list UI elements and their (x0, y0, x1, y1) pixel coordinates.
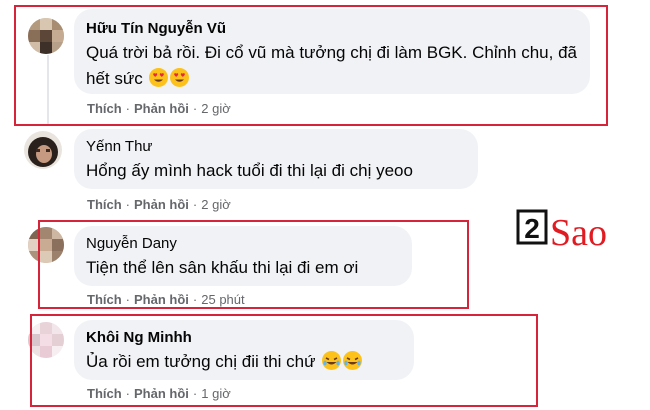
comment-thread-page: { "comments": [ { "author": "Hữu Tín Ngu… (0, 0, 650, 410)
comment-bubble: Yếnn Thư Hổng ấy mình hack tuổi đi thi l… (74, 129, 478, 189)
separator: · (192, 197, 198, 212)
comment-actions: Thích · Phản hồi · 2 giờ (87, 197, 231, 213)
comment-author[interactable]: Yếnn Thư (86, 137, 466, 156)
highlight-frame (30, 314, 538, 407)
timestamp[interactable]: 2 giờ (201, 197, 231, 212)
separator: · (125, 197, 131, 212)
reply-link[interactable]: Phản hồi (134, 197, 189, 212)
watermark-logo: 2 Sao (516, 205, 626, 254)
comment-text: Hổng ấy mình hack tuổi đi thi lại đi chị… (86, 161, 413, 180)
highlight-frame (38, 220, 469, 309)
like-link[interactable]: Thích (87, 197, 122, 212)
avatar[interactable] (24, 131, 62, 169)
highlight-frame (14, 5, 608, 126)
watermark-digit: 2 (524, 213, 540, 244)
watermark-word: Sao (550, 212, 607, 251)
